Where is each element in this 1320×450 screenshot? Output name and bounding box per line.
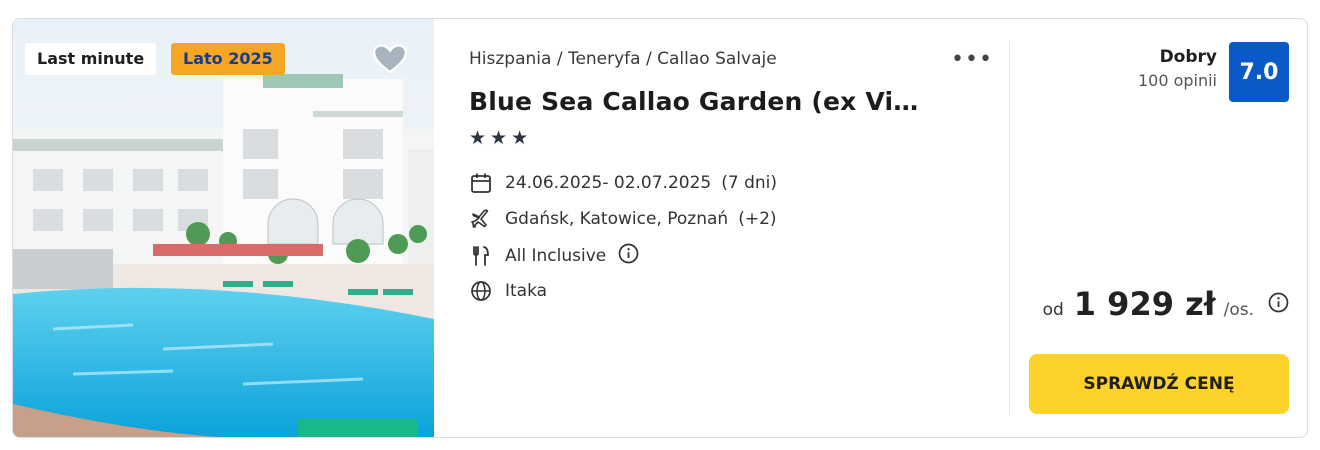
heart-icon xyxy=(373,44,407,74)
more-options-button[interactable]: ••• xyxy=(951,49,993,71)
star-icon: ★ xyxy=(469,127,487,149)
hotel-stars: ★ ★ ★ xyxy=(469,127,528,149)
board-text: All Inclusive xyxy=(505,246,607,266)
offer-card[interactable]: Last minute Lato 2025 Hiszpania / Tenery… xyxy=(12,18,1308,438)
last-minute-badge: Last minute xyxy=(25,43,157,75)
rating-label: Dobry xyxy=(1159,47,1217,67)
duration-text: (7 dni) xyxy=(721,173,777,193)
star-icon: ★ xyxy=(490,127,508,149)
board-row: All Inclusive xyxy=(469,243,639,269)
departures-more[interactable]: (+2) xyxy=(738,209,776,229)
more-dots-icon: ••• xyxy=(951,47,993,72)
calendar-icon xyxy=(469,171,493,195)
info-icon[interactable] xyxy=(618,243,639,269)
price-prefix: od xyxy=(1042,300,1064,320)
breadcrumb[interactable]: Hiszpania / Teneryfa / Callao Salvaje xyxy=(469,49,777,69)
info-icon[interactable] xyxy=(1268,292,1289,317)
offer-info: Hiszpania / Teneryfa / Callao Salvaje ••… xyxy=(469,19,992,437)
rating-score: 7.0 xyxy=(1229,42,1289,102)
operator-row: Itaka xyxy=(469,279,547,303)
hotel-photo[interactable]: Last minute Lato 2025 xyxy=(13,19,434,437)
departures-row: Gdańsk, Katowice, Poznań (+2) xyxy=(469,207,777,231)
rating-summary[interactable]: Dobry 100 opinii xyxy=(1138,47,1217,90)
price-suffix: /os. xyxy=(1223,300,1254,320)
star-icon: ★ xyxy=(511,127,529,149)
departures-text: Gdańsk, Katowice, Poznań xyxy=(505,209,729,229)
dates-text: 24.06.2025- 02.07.2025 xyxy=(505,173,712,193)
price-block: od 1 929 zł /os. xyxy=(1043,285,1289,323)
divider xyxy=(1009,41,1010,415)
globe-icon xyxy=(469,279,493,303)
check-price-button[interactable]: SPRAWDŹ CENĘ xyxy=(1029,354,1289,414)
favorite-button[interactable] xyxy=(369,39,411,79)
hotel-photo-illustration xyxy=(13,19,434,437)
dates-row: 24.06.2025- 02.07.2025 (7 dni) xyxy=(469,171,777,195)
operator-text: Itaka xyxy=(505,281,548,301)
season-badge: Lato 2025 xyxy=(171,43,285,75)
hotel-name[interactable]: Blue Sea Callao Garden (ex Vi… xyxy=(469,87,918,116)
cutlery-icon xyxy=(469,244,493,268)
price-amount: 1 929 zł xyxy=(1073,285,1216,323)
reviews-count[interactable]: 100 opinii xyxy=(1138,71,1217,90)
plane-icon xyxy=(469,207,493,231)
